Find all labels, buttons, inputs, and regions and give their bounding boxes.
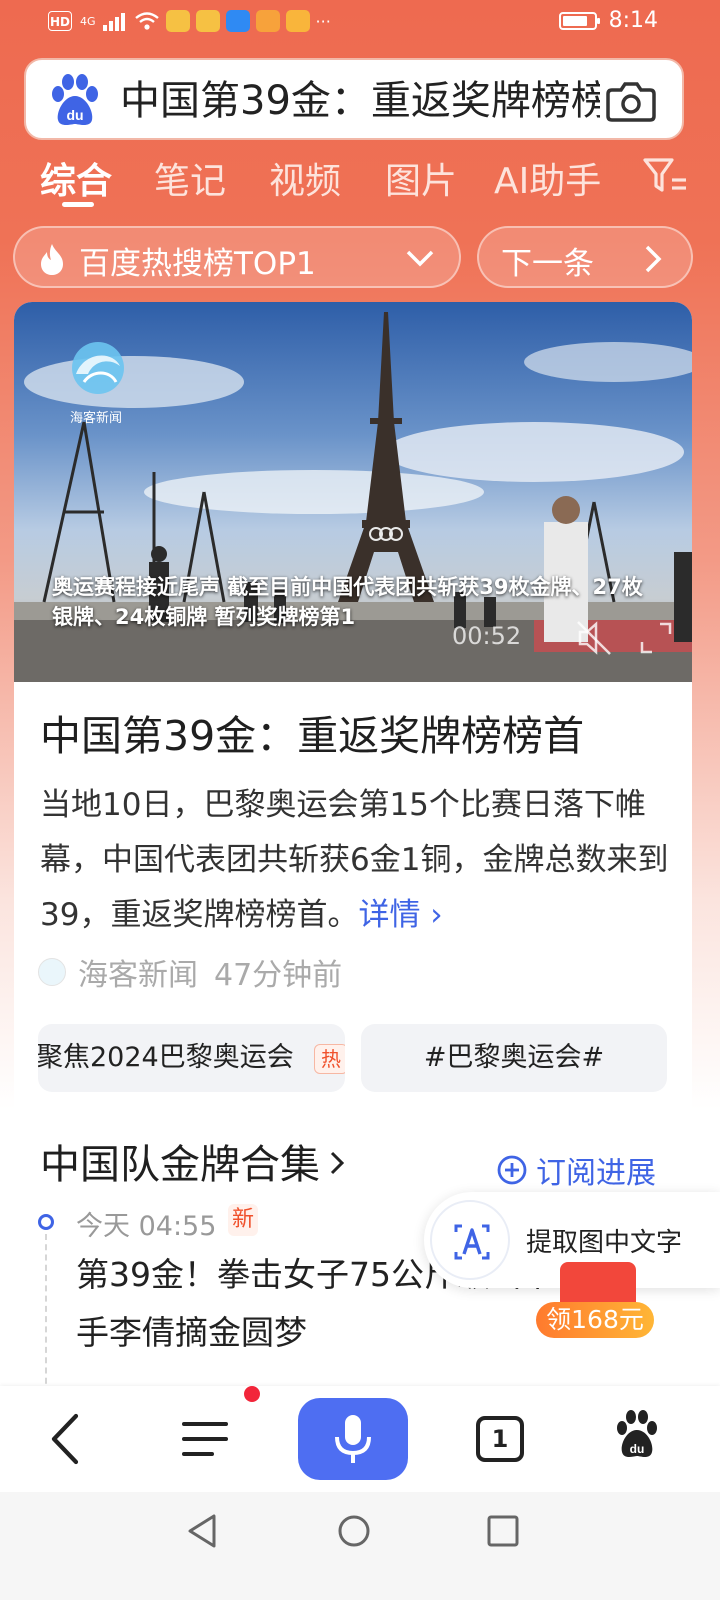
baidu-paw-logo-icon: du bbox=[52, 74, 98, 125]
status-left: HD 4G ··· bbox=[48, 10, 331, 32]
cloud-app-icon bbox=[225, 10, 250, 32]
ocr-icon-container bbox=[430, 1200, 510, 1280]
tab-videos[interactable]: 视频 bbox=[269, 152, 341, 204]
video-time: 00:52 bbox=[452, 622, 522, 650]
next-item-label: 下一条 bbox=[501, 246, 594, 282]
bottom-navigation: 1 du bbox=[0, 1386, 720, 1492]
svg-text:du: du bbox=[66, 107, 83, 123]
voice-search-button[interactable] bbox=[298, 1398, 408, 1480]
system-navigation bbox=[0, 1492, 720, 1600]
tab-images[interactable]: 图片 bbox=[385, 152, 457, 204]
tab-comprehensive[interactable]: 综合 bbox=[40, 152, 112, 204]
status-right: 8:14 bbox=[558, 8, 658, 33]
fullscreen-icon[interactable] bbox=[638, 620, 674, 656]
status-time: 8:14 bbox=[608, 8, 658, 33]
topic-chip-label: 聚焦2024巴黎奥运会 bbox=[38, 1042, 294, 1073]
menu-icon[interactable] bbox=[178, 1416, 232, 1462]
hot-tag-badge: 热 bbox=[314, 1044, 345, 1074]
timeline-dot bbox=[38, 1214, 54, 1230]
hd-badge: HD bbox=[48, 11, 72, 31]
next-item-button[interactable]: 下一条 bbox=[477, 226, 693, 288]
extract-text-label: 提取图中文字 bbox=[526, 1228, 683, 1258]
video-app-icon bbox=[255, 10, 280, 32]
back-icon[interactable] bbox=[42, 1406, 90, 1472]
plus-circle-icon bbox=[497, 1155, 527, 1185]
weibo-app-icon-2 bbox=[195, 10, 220, 32]
system-home-icon[interactable] bbox=[336, 1512, 372, 1550]
filter-icon[interactable] bbox=[642, 156, 688, 196]
tab-ai-assistant[interactable]: AI助手 bbox=[494, 152, 601, 204]
text-recognition-icon bbox=[454, 1224, 490, 1260]
collection-title[interactable]: 中国队金牌合集 bbox=[40, 1132, 346, 1190]
topic-chip-olympics[interactable]: 聚焦2024巴黎奥运会 热 bbox=[38, 1024, 345, 1092]
flame-icon bbox=[41, 244, 63, 275]
battery-icon bbox=[558, 11, 600, 30]
weibo-app-icon bbox=[165, 10, 190, 32]
chevron-right-icon bbox=[330, 1151, 345, 1175]
video-player[interactable]: 海客新闻 奥运赛程接近尾声 截至目前中国代表团共斩获39枚金牌、27枚银牌、24… bbox=[14, 302, 692, 682]
camera-search-icon[interactable] bbox=[606, 78, 656, 124]
system-back-icon[interactable] bbox=[184, 1512, 220, 1550]
shop-app-icon bbox=[285, 10, 310, 32]
status-bar: HD 4G ··· 8:14 bbox=[0, 0, 720, 44]
search-tabs: 综合 笔记 视频 图片 AI助手 bbox=[40, 152, 720, 212]
tab-count: 1 bbox=[491, 1425, 509, 1453]
reward-badge[interactable]: 领168元 bbox=[536, 1302, 654, 1338]
source-name[interactable]: 海客新闻 bbox=[78, 950, 198, 994]
search-query[interactable]: 中国第39金：重返奖牌榜榜首 bbox=[120, 74, 600, 128]
timeline-line bbox=[45, 1234, 47, 1392]
chevron-right-icon bbox=[645, 245, 662, 273]
haike-watermark-text: 海客新闻 bbox=[70, 410, 122, 426]
baidu-home-icon[interactable]: du bbox=[612, 1408, 662, 1462]
article-body: 当地10日，巴黎奥运会第15个比赛日落下帷幕，中国代表团共斩获6金1铜，金牌总数… bbox=[40, 778, 670, 943]
news-time: 今天 04:55 bbox=[76, 1211, 217, 1242]
published-time: 47分钟前 bbox=[214, 958, 343, 993]
active-tab-indicator bbox=[62, 202, 94, 207]
new-badge: 新 bbox=[228, 1204, 258, 1236]
mute-icon[interactable] bbox=[574, 618, 614, 658]
haike-news-watermark-logo: 海客新闻 bbox=[70, 342, 124, 426]
tab-notes[interactable]: 笔记 bbox=[154, 152, 226, 204]
notification-dot bbox=[244, 1386, 260, 1402]
system-recent-apps-icon[interactable] bbox=[486, 1514, 520, 1548]
hot-list-chip[interactable]: 百度热搜榜TOP1 bbox=[13, 226, 461, 288]
subscribe-button[interactable]: 订阅进展 bbox=[496, 1148, 656, 1192]
signal-icon bbox=[102, 13, 125, 31]
article-body-text: 当地10日，巴黎奥运会第15个比赛日落下帷幕，中国代表团共斩获6金1铜，金牌总数… bbox=[40, 787, 669, 933]
detail-link[interactable]: 详情 › bbox=[358, 897, 442, 933]
article-source: 海客新闻 47分钟前 bbox=[38, 950, 343, 994]
search-box[interactable]: du 中国第39金：重返奖牌榜榜首 bbox=[24, 58, 684, 140]
wifi-icon bbox=[134, 12, 159, 30]
window-tabs-button[interactable]: 1 bbox=[474, 1414, 526, 1464]
collection-title-text: 中国队金牌合集 bbox=[40, 1142, 320, 1188]
network-label: 4G bbox=[80, 14, 96, 28]
video-caption: 奥运赛程接近尾声 截至目前中国代表团共斩获39枚金牌、27枚银牌、24枚铜牌 暂… bbox=[52, 575, 643, 629]
more-notifications-icon: ··· bbox=[315, 11, 331, 31]
hot-list-label: 百度热搜榜TOP1 bbox=[79, 246, 316, 282]
svg-text:du: du bbox=[630, 1442, 645, 1456]
topic-chip-hashtag[interactable]: #巴黎奥运会# bbox=[361, 1024, 667, 1092]
chevron-down-icon bbox=[406, 250, 434, 267]
source-logo-icon bbox=[38, 958, 66, 986]
microphone-icon bbox=[335, 1415, 371, 1463]
article-title[interactable]: 中国第39金：重返奖牌榜榜首 bbox=[40, 702, 584, 762]
subscribe-label: 订阅进展 bbox=[536, 1156, 656, 1191]
